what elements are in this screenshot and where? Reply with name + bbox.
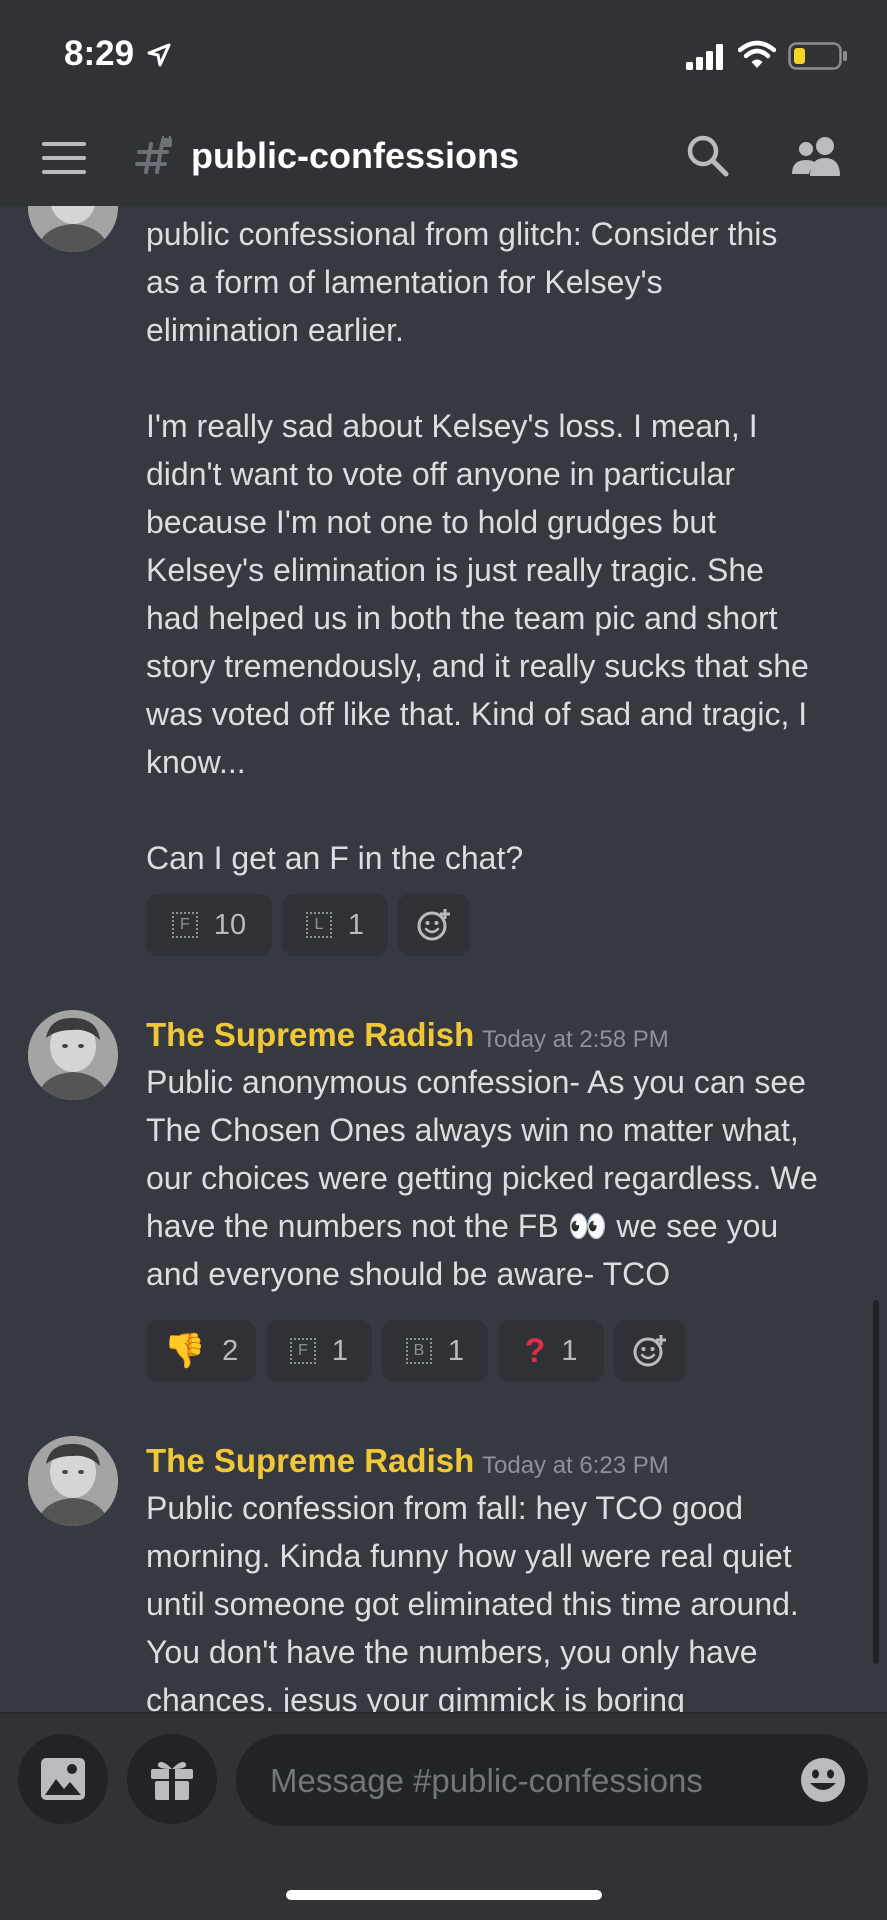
reaction-emoji: F xyxy=(289,1338,316,1364)
search-icon[interactable] xyxy=(686,134,730,178)
reaction-f[interactable]: F 1 xyxy=(266,1320,372,1382)
author-name[interactable]: The Supreme Radish xyxy=(146,1442,474,1480)
reaction-count: 1 xyxy=(331,1334,349,1367)
members-icon[interactable] xyxy=(790,136,846,176)
composer-bar xyxy=(0,1712,887,1920)
reaction-b[interactable]: B 1 xyxy=(382,1320,488,1382)
message-input[interactable] xyxy=(268,1734,792,1828)
gift-button[interactable] xyxy=(127,1734,217,1824)
message-box xyxy=(236,1734,868,1828)
avatar-portrait-icon xyxy=(28,206,118,252)
reaction-emoji: F xyxy=(171,912,198,938)
reaction-count: 1 xyxy=(561,1334,578,1367)
scrollbar-thumb[interactable] xyxy=(873,1300,879,1664)
top-bar: 8:29 public-confessions xyxy=(0,0,887,206)
message-content: Public anonymous confession- As you can … xyxy=(146,1064,818,1292)
add-reaction-icon xyxy=(417,909,450,941)
reaction-l[interactable]: L 1 xyxy=(282,894,388,956)
gift-icon xyxy=(151,1761,193,1800)
message-content: Public confession from fall: hey TCO goo… xyxy=(146,1490,799,1712)
image-icon xyxy=(41,1758,85,1800)
reaction-f[interactable]: F 10 xyxy=(146,894,272,956)
avatar[interactable] xyxy=(28,1010,118,1100)
question-mark-icon: ? xyxy=(524,1331,546,1370)
reaction-thumbs-down[interactable]: 👎 2 xyxy=(146,1320,256,1382)
avatar[interactable] xyxy=(28,1436,118,1526)
home-indicator[interactable] xyxy=(286,1890,602,1900)
message-timestamp: Today at 2:58 PM xyxy=(482,1026,669,1053)
add-reaction-button[interactable] xyxy=(398,894,470,956)
location-arrow-icon xyxy=(147,43,171,67)
reaction-emoji: L xyxy=(305,912,332,938)
reaction-count: 1 xyxy=(447,1334,465,1367)
emoji-picker-icon[interactable] xyxy=(800,1757,846,1803)
message-content: public confessional from glitch: Conside… xyxy=(146,216,809,876)
thumbs-down-icon: 👎 xyxy=(163,1332,207,1370)
battery-low-icon xyxy=(788,42,847,70)
message-list[interactable]: public confessional from glitch: Conside… xyxy=(0,206,887,1712)
avatar[interactable] xyxy=(28,206,118,252)
reaction-emoji: B xyxy=(405,1338,432,1364)
reaction-count: 2 xyxy=(222,1334,239,1367)
attach-image-button[interactable] xyxy=(18,1734,108,1824)
add-reaction-button[interactable] xyxy=(614,1320,686,1382)
avatar-portrait-icon xyxy=(28,1010,118,1100)
channel-title: public-confessions xyxy=(191,135,520,176)
locked-channel-hash-icon xyxy=(135,136,172,174)
reaction-count: 1 xyxy=(347,908,365,941)
message-timestamp: Today at 6:23 PM xyxy=(482,1452,669,1479)
reaction-count: 10 xyxy=(213,908,247,941)
reaction-question[interactable]: ? 1 xyxy=(498,1320,604,1382)
author-name[interactable]: The Supreme Radish xyxy=(146,1016,474,1054)
wifi-icon xyxy=(738,40,776,68)
status-time: 8:29 xyxy=(64,34,135,73)
add-reaction-icon xyxy=(633,1335,666,1367)
hamburger-menu-icon[interactable] xyxy=(42,142,86,174)
cellular-signal-icon xyxy=(686,44,723,70)
avatar-portrait-icon xyxy=(28,1436,118,1526)
